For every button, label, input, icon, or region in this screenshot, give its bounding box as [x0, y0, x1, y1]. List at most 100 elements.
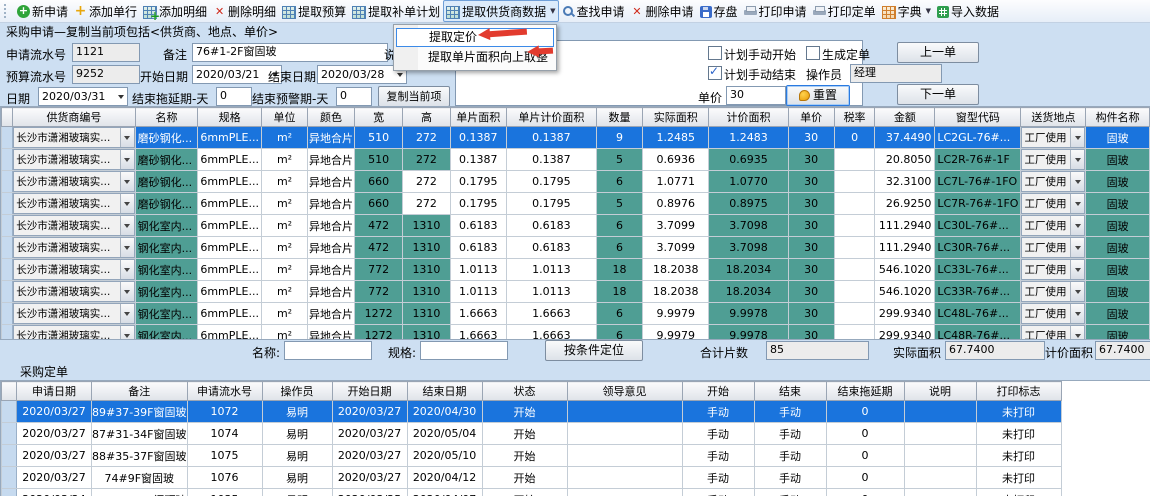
detail-grid-cell[interactable]: 工厂使用: [1021, 149, 1086, 171]
detail-grid-header-cell[interactable]: 单片面积: [450, 108, 506, 127]
detail-grid-cell[interactable]: 长沙市潇湘玻璃实...: [13, 215, 135, 237]
filter-spec-input[interactable]: [420, 341, 508, 360]
chevron-down-icon[interactable]: [120, 172, 134, 191]
chevron-down-icon[interactable]: [120, 304, 134, 323]
detail-grid-row[interactable]: 长沙市潇湘玻璃实...磨砂钢化...6mmPLE...m²异地合片5102720…: [2, 149, 1150, 171]
previous-order-button[interactable]: 上一单: [897, 42, 979, 63]
toolbar-button[interactable]: 添加单行: [71, 0, 140, 22]
detail-grid-row[interactable]: 长沙市潇湘玻璃实...钢化室内...6mmPLE...m²异地合片1272131…: [2, 303, 1150, 325]
detail-grid-row[interactable]: 长沙市潇湘玻璃实...钢化室内...6mmPLE...m²异地合片4721310…: [2, 215, 1150, 237]
detail-grid-cell[interactable]: 工厂使用: [1021, 259, 1086, 281]
remark-field[interactable]: 76#1-2F窗固玻: [192, 43, 388, 62]
toolbar-button[interactable]: 提取补单计划: [349, 0, 443, 22]
toolbar-button[interactable]: 添加明细: [140, 0, 210, 22]
order-grid-header-cell[interactable]: 结束日期: [407, 382, 482, 401]
toolbar-button[interactable]: 提取预算: [279, 0, 349, 22]
detail-grid-header-cell[interactable]: 名称: [135, 108, 198, 127]
detail-grid-header-cell[interactable]: 数量: [596, 108, 642, 127]
detail-grid-cell[interactable]: 长沙市潇湘玻璃实...: [13, 325, 135, 341]
detail-grid-header-cell[interactable]: 窗型代码: [935, 108, 1021, 127]
toolbar-button[interactable]: 提取供货商数据▼: [443, 0, 558, 22]
toolbar-button[interactable]: 导入数据: [934, 0, 1002, 22]
order-grid-header-cell[interactable]: 申请流水号: [187, 382, 262, 401]
chevron-down-icon[interactable]: [1070, 260, 1084, 279]
order-grid-corner-cell[interactable]: [2, 382, 17, 401]
detail-grid-cell[interactable]: 长沙市潇湘玻璃实...: [13, 303, 135, 325]
date-picker[interactable]: 2020/03/31: [38, 87, 128, 106]
operator-field[interactable]: 经理: [850, 64, 942, 83]
toolbar-button[interactable]: 查找申请: [559, 0, 628, 22]
chevron-down-icon[interactable]: [1070, 150, 1084, 169]
detail-grid-cell[interactable]: 长沙市潇湘玻璃实...: [13, 193, 135, 215]
chevron-down-icon[interactable]: [1070, 304, 1084, 323]
delay-field[interactable]: 0: [216, 87, 252, 106]
unit-price-field[interactable]: 30: [726, 86, 786, 105]
chevron-down-icon[interactable]: [120, 282, 134, 301]
detail-grid-row[interactable]: 长沙市潇湘玻璃实...磨砂钢化...6mmPLE...m²异地合片6602720…: [2, 171, 1150, 193]
detail-grid-row[interactable]: 长沙市潇湘玻璃实...磨砂钢化...6mmPLE...m²异地合片5102720…: [2, 127, 1150, 149]
detail-grid-cell[interactable]: 工厂使用: [1021, 325, 1086, 341]
order-grid-row[interactable]: 2020/03/2774#9F窗固玻1076易明2020/03/272020/0…: [2, 467, 1062, 489]
order-grid-header-cell[interactable]: 结束: [754, 382, 826, 401]
order-grid-header-cell[interactable]: 领导意见: [567, 382, 682, 401]
chevron-down-icon[interactable]: [120, 194, 134, 213]
chevron-down-icon[interactable]: [1070, 282, 1084, 301]
detail-grid-row[interactable]: 长沙市潇湘玻璃实...钢化室内...6mmPLE...m²异地合片7721310…: [2, 281, 1150, 303]
detail-grid-cell[interactable]: 工厂使用: [1021, 171, 1086, 193]
chevron-down-icon[interactable]: [120, 326, 134, 340]
plan-manual-end-checkbox[interactable]: [708, 66, 722, 80]
order-grid-row[interactable]: 2020/03/2789#37-39F窗固玻1072易明2020/03/2720…: [2, 401, 1062, 423]
detail-grid-corner-cell[interactable]: [2, 108, 13, 127]
toolbar-button[interactable]: 打印定单: [810, 0, 879, 22]
budget-no-field[interactable]: 9252: [72, 65, 140, 84]
detail-grid-cell[interactable]: 长沙市潇湘玻璃实...: [13, 259, 135, 281]
reset-button[interactable]: 重置: [786, 85, 850, 106]
detail-grid-header-cell[interactable]: 税率: [834, 108, 875, 127]
detail-grid-header-cell[interactable]: 颜色: [308, 108, 355, 127]
detail-grid-cell[interactable]: 工厂使用: [1021, 281, 1086, 303]
detail-grid-cell[interactable]: 工厂使用: [1021, 193, 1086, 215]
next-order-button[interactable]: 下一单: [897, 84, 979, 105]
locate-by-condition-button[interactable]: 按条件定位: [545, 340, 643, 361]
detail-grid-header-cell[interactable]: 送货地点: [1021, 108, 1086, 127]
order-grid-header-cell[interactable]: 说明: [904, 382, 976, 401]
order-grid-header-cell[interactable]: 备注: [92, 382, 188, 401]
chevron-down-icon[interactable]: [120, 216, 134, 235]
detail-grid-row[interactable]: 长沙市潇湘玻璃实...钢化室内...6mmPLE...m²异地合片1272131…: [2, 325, 1150, 341]
detail-grid-header-cell[interactable]: 实际面积: [643, 108, 709, 127]
detail-grid-header-cell[interactable]: 高: [403, 108, 450, 127]
detail-grid-header-cell[interactable]: 宽: [354, 108, 402, 127]
order-grid-header-cell[interactable]: 开始日期: [332, 382, 407, 401]
toolbar-button[interactable]: 字典▼: [879, 0, 934, 22]
detail-grid-row[interactable]: 长沙市潇湘玻璃实...钢化室内...6mmPLE...m²异地合片7721310…: [2, 259, 1150, 281]
detail-grid-row[interactable]: 长沙市潇湘玻璃实...磨砂钢化...6mmPLE...m²异地合片6602720…: [2, 193, 1150, 215]
detail-grid-cell[interactable]: 工厂使用: [1021, 127, 1086, 149]
toolbar-button[interactable]: 删除明细: [210, 0, 279, 22]
toolbar-button[interactable]: 新申请: [14, 0, 71, 22]
chevron-down-icon[interactable]: [114, 88, 127, 105]
order-grid-header-cell[interactable]: 开始: [682, 382, 754, 401]
detail-grid-header-cell[interactable]: 单价: [788, 108, 834, 127]
toolbar-grip[interactable]: [4, 4, 10, 18]
toolbar-button[interactable]: 存盘: [697, 0, 741, 22]
copy-current-button[interactable]: 复制当前项: [378, 86, 450, 107]
menu-item[interactable]: 提取定价: [396, 28, 554, 47]
warning-field[interactable]: 0: [336, 87, 372, 106]
order-grid-header-cell[interactable]: 申请日期: [17, 382, 92, 401]
request-no-field[interactable]: 1121: [72, 43, 140, 62]
detail-grid-cell[interactable]: 长沙市潇湘玻璃实...: [13, 127, 135, 149]
detail-grid-header-cell[interactable]: 单片计价面积: [506, 108, 596, 127]
chevron-down-icon[interactable]: [1070, 326, 1084, 340]
plan-manual-start-checkbox[interactable]: [708, 46, 722, 60]
chevron-down-icon[interactable]: [1070, 194, 1084, 213]
detail-grid-header-cell[interactable]: 金额: [875, 108, 935, 127]
filter-name-input[interactable]: [284, 341, 372, 360]
chevron-down-icon[interactable]: [120, 150, 134, 169]
chevron-down-icon[interactable]: [1070, 172, 1084, 191]
chevron-down-icon[interactable]: [120, 238, 134, 257]
detail-grid-cell[interactable]: 长沙市潇湘玻璃实...: [13, 281, 135, 303]
order-grid-row[interactable]: 2020/03/2787#31-34F窗固玻1074易明2020/03/2720…: [2, 423, 1062, 445]
detail-grid-cell[interactable]: 工厂使用: [1021, 303, 1086, 325]
order-grid-row[interactable]: 2020/03/2788#35-37F窗固玻1075易明2020/03/2720…: [2, 445, 1062, 467]
generate-order-checkbox[interactable]: [806, 46, 820, 60]
